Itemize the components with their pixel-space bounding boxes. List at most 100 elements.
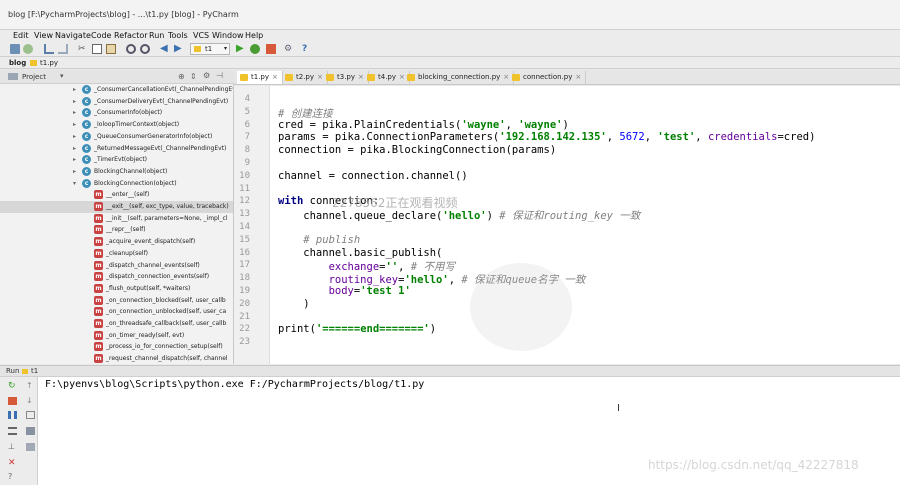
- tab-2[interactable]: t2.py ×: [282, 71, 328, 84]
- tree-item[interactable]: ▾ c BlockingConnection(object): [0, 178, 233, 190]
- print-icon[interactable]: [26, 427, 35, 435]
- menu-tools[interactable]: Tools: [168, 31, 188, 40]
- run-config-select[interactable]: t1 ▾: [190, 43, 230, 55]
- hide-panel-icon[interactable]: ⊣: [216, 71, 223, 80]
- pause-icon[interactable]: [8, 411, 17, 419]
- trash-icon[interactable]: [26, 443, 35, 451]
- run-panel-title[interactable]: Run: [6, 367, 19, 375]
- sync-icon[interactable]: [23, 44, 33, 54]
- tree-item[interactable]: ▸ c _QueueConsumerGeneratorInfo(object): [0, 131, 233, 143]
- tree-item[interactable]: m _on_threadsafe_callback(self, user_call…: [0, 318, 233, 330]
- tree-item[interactable]: m __enter__(self): [0, 189, 233, 201]
- tree-item[interactable]: ▸ c _ReturnedMessageEvt(_ChannelPendingEvt…: [0, 143, 233, 155]
- menu-navigate[interactable]: Navigate: [55, 31, 91, 40]
- close-icon[interactable]: ✕: [8, 459, 17, 468]
- close-icon[interactable]: ×: [272, 73, 278, 81]
- project-panel-title[interactable]: Project: [22, 73, 46, 81]
- menu-code[interactable]: Code: [91, 31, 111, 40]
- close-icon[interactable]: ×: [358, 73, 364, 81]
- tree-item[interactable]: m _on_connection_blocked(self, user_callb: [0, 295, 233, 307]
- breadcrumb-project[interactable]: blog: [9, 59, 26, 67]
- redo-icon[interactable]: [58, 44, 68, 54]
- copy-icon[interactable]: [92, 44, 102, 54]
- collapse-icon[interactable]: ⇕: [190, 72, 197, 81]
- stop-icon[interactable]: [8, 397, 17, 405]
- tree-item[interactable]: m __exit__(self, exc_type, value, traceba…: [0, 201, 233, 213]
- tree-item[interactable]: m _cleanup(self): [0, 248, 233, 260]
- tree-item[interactable]: ▸ c BlockingChannel(object): [0, 166, 233, 178]
- tree-item[interactable]: m _dispatch_channel_events(self): [0, 260, 233, 272]
- replace-icon[interactable]: [140, 44, 150, 54]
- expand-arrow-icon[interactable]: ▸: [73, 121, 76, 128]
- tab-4[interactable]: t4.py ×: [364, 71, 410, 84]
- code-line: connection = pika.BlockingConnection(par…: [278, 144, 556, 156]
- tab-6[interactable]: connection.py ×: [509, 71, 587, 84]
- tree-item[interactable]: ▸ c _ConsumerInfo(object): [0, 107, 233, 119]
- tree-item[interactable]: ▸ c _TimerEvt(object): [0, 154, 233, 166]
- tree-item[interactable]: ▸ c _ConsumerCancellationEvt(_ChannelPendi…: [0, 84, 233, 96]
- back-icon[interactable]: ◀: [160, 44, 170, 54]
- expand-arrow-icon[interactable]: ▾: [73, 180, 76, 187]
- forward-icon[interactable]: ▶: [174, 44, 184, 54]
- tree-item[interactable]: m _on_connection_unblocked(self, user_ca: [0, 306, 233, 318]
- help-icon[interactable]: ?: [8, 473, 17, 481]
- scroll-icon[interactable]: [8, 427, 17, 435]
- expand-arrow-icon[interactable]: ▸: [73, 145, 76, 152]
- cut-icon[interactable]: ✂: [78, 44, 88, 54]
- sync-icon[interactable]: ⊕: [178, 72, 185, 81]
- menu-view[interactable]: View: [34, 31, 53, 40]
- expand-arrow-icon[interactable]: ▸: [73, 109, 76, 116]
- breadcrumb-file[interactable]: t1.py: [40, 59, 58, 67]
- close-icon[interactable]: ×: [317, 73, 323, 81]
- class-icon: c: [82, 178, 91, 188]
- menu-refactor[interactable]: Refactor: [114, 31, 148, 40]
- project-panel-header: Project ▾ ⊕ ⇕ ⚙ ⊣: [0, 70, 234, 84]
- tree-item[interactable]: m _request_channel_dispatch(self, channel: [0, 353, 233, 364]
- expand-arrow-icon[interactable]: ▸: [73, 133, 76, 140]
- menu-run[interactable]: Run: [149, 31, 164, 40]
- menu-vcs[interactable]: VCS: [193, 31, 209, 40]
- run-config-tab[interactable]: t1: [31, 367, 38, 375]
- expand-arrow-icon[interactable]: ▸: [73, 156, 76, 163]
- chevron-down-icon[interactable]: ▾: [60, 72, 64, 80]
- menu-window[interactable]: Window: [212, 31, 244, 40]
- arrow-down-icon[interactable]: ↓: [26, 397, 35, 405]
- tree-item[interactable]: m _dispatch_connection_events(self): [0, 271, 233, 283]
- close-icon[interactable]: ×: [575, 73, 581, 81]
- tree-item[interactable]: m _flush_output(self, *waiters): [0, 283, 233, 295]
- help-icon[interactable]: ?: [302, 44, 312, 54]
- tree-item[interactable]: m __init__(self, parameters=None, _impl_c…: [0, 213, 233, 225]
- menu-help[interactable]: Help: [245, 31, 263, 40]
- run-icon[interactable]: ▶: [236, 44, 246, 54]
- undo-icon[interactable]: [44, 44, 54, 54]
- tab-1[interactable]: t1.py ×: [237, 71, 283, 84]
- arrow-up-icon[interactable]: ↑: [26, 382, 35, 390]
- tree-item[interactable]: m _process_io_for_connection_setup(self): [0, 341, 233, 353]
- tab-3[interactable]: t3.py ×: [323, 71, 369, 84]
- tree-item[interactable]: ▸ c _ConsumerDeliveryEvt(_ChannelPendingEv…: [0, 96, 233, 108]
- code-token: ): [486, 210, 500, 223]
- paste-icon[interactable]: [106, 44, 116, 54]
- tree-item[interactable]: m _on_timer_ready(self, evt): [0, 330, 233, 342]
- debug-icon[interactable]: [250, 44, 260, 54]
- project-tree[interactable]: ▸ c _ConsumerCancellationEvt(_ChannelPendi…: [0, 84, 234, 364]
- expand-arrow-icon[interactable]: ▸: [73, 98, 76, 105]
- python-file-icon: [22, 369, 28, 374]
- settings-icon[interactable]: ⚙: [284, 44, 294, 54]
- tab-5[interactable]: blocking_connection.py ×: [404, 71, 515, 84]
- tree-item[interactable]: m __repr__(self): [0, 224, 233, 236]
- find-icon[interactable]: [126, 44, 136, 54]
- code-token: 'test': [657, 131, 696, 144]
- expand-arrow-icon[interactable]: ▸: [73, 86, 76, 93]
- pin-icon[interactable]: ⊥: [8, 443, 17, 451]
- gear-icon[interactable]: ⚙: [203, 71, 210, 80]
- soft-wrap-icon[interactable]: [26, 411, 35, 419]
- tree-item[interactable]: ▸ c _IoloopTimerContext(object): [0, 119, 233, 131]
- rerun-icon[interactable]: ↻: [8, 382, 17, 391]
- stop-icon[interactable]: [266, 44, 276, 54]
- tree-item[interactable]: m _acquire_event_dispatch(self): [0, 236, 233, 248]
- expand-arrow-icon[interactable]: ▸: [73, 168, 76, 175]
- save-icon[interactable]: [10, 44, 20, 54]
- code-token: 'wayne': [461, 118, 506, 131]
- menu-edit[interactable]: Edit: [13, 31, 29, 40]
